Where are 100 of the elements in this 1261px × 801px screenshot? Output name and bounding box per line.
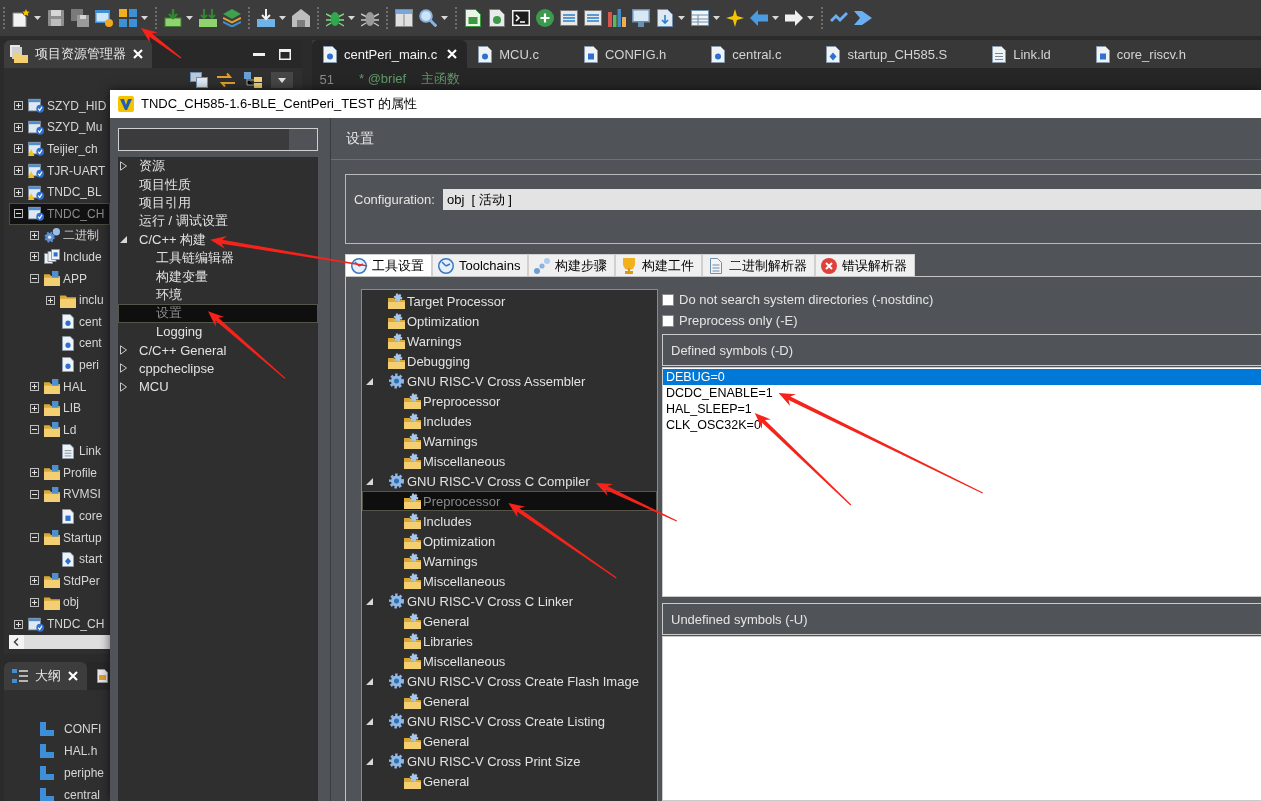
editor-tab[interactable]: MCU.c xyxy=(467,40,573,68)
tree-item[interactable]: Teijier_ch xyxy=(9,138,110,160)
configuration-dropdown[interactable]: obj [ 活动 ] xyxy=(442,189,1261,210)
list-icon[interactable] xyxy=(584,9,602,27)
tree-item[interactable]: LIB xyxy=(9,397,110,419)
tree-item[interactable]: Libraries xyxy=(362,631,657,651)
document-icon[interactable] xyxy=(488,9,506,27)
tree-item[interactable]: TNDC_BL xyxy=(9,181,110,203)
tree-item[interactable]: 项目引用 xyxy=(118,193,318,213)
tree-item[interactable]: Warnings xyxy=(362,431,657,451)
tree-item[interactable]: peri xyxy=(9,354,110,376)
tree-item[interactable]: GNU RISC-V Cross C Compiler xyxy=(362,471,657,491)
tree-item[interactable]: start xyxy=(9,548,110,571)
tree-item[interactable]: C/C++ 构建 xyxy=(118,230,318,249)
tree-item[interactable]: Miscellaneous xyxy=(362,451,657,471)
tree-item[interactable]: GNU RISC-V Cross Assembler xyxy=(362,371,657,391)
terminal-icon[interactable] xyxy=(512,9,530,27)
arrow-right-icon[interactable] xyxy=(785,9,803,27)
list-icon[interactable] xyxy=(560,9,578,27)
tree-item[interactable]: General xyxy=(362,691,657,711)
editor-tab[interactable]: Link.ld xyxy=(981,40,1085,68)
editor-tab[interactable]: central.c xyxy=(700,40,816,68)
tree-item[interactable]: HAL xyxy=(9,375,110,398)
plus-box-icon[interactable] xyxy=(13,144,23,154)
caret-icon[interactable] xyxy=(279,16,286,20)
tree-item[interactable]: TNDC_CH xyxy=(9,613,110,635)
document-icon[interactable] xyxy=(97,669,108,683)
tree-item[interactable]: Includes xyxy=(362,511,657,531)
grid-icon[interactable] xyxy=(119,9,137,27)
table-icon[interactable] xyxy=(691,9,709,27)
tree-item[interactable]: 构建变量 xyxy=(118,267,318,286)
tree-item[interactable]: cppcheclipse xyxy=(118,359,318,378)
minimize-icon[interactable] xyxy=(253,52,265,56)
triangle-icon[interactable] xyxy=(120,161,127,172)
tree-item[interactable]: 资源 xyxy=(118,157,318,176)
tree-item[interactable]: Preprocessor xyxy=(362,391,657,411)
close-icon[interactable] xyxy=(133,49,143,59)
tree-item[interactable]: Optimization xyxy=(362,311,657,331)
caret-icon[interactable] xyxy=(678,16,685,20)
tab[interactable]: 构建步骤 xyxy=(528,254,616,276)
close-icon[interactable] xyxy=(447,49,458,59)
tree-item[interactable]: Link xyxy=(9,440,110,463)
download-box-icon[interactable] xyxy=(199,9,217,27)
caret-icon[interactable] xyxy=(807,16,814,20)
tree-item[interactable]: C/C++ General xyxy=(118,340,318,360)
caret-icon[interactable] xyxy=(441,16,448,20)
window-icon[interactable] xyxy=(95,9,113,27)
plus-box-icon[interactable] xyxy=(13,619,23,629)
panel-tab[interactable]: 大纲 xyxy=(4,662,87,690)
tree-item[interactable]: Optimization xyxy=(362,531,657,551)
tree-item[interactable]: SZYD_Mu xyxy=(9,116,110,139)
editor-tab[interactable]: CONFIG.h xyxy=(572,40,701,68)
tree-item[interactable]: cent xyxy=(9,310,110,333)
windows-icon[interactable] xyxy=(190,72,208,88)
checkbox[interactable] xyxy=(662,314,674,327)
sparkle-icon[interactable] xyxy=(726,9,744,27)
caret-icon[interactable] xyxy=(34,16,41,20)
plus-box-icon[interactable] xyxy=(13,101,23,111)
tree-item[interactable]: Warnings xyxy=(362,551,657,571)
caret-icon[interactable] xyxy=(713,16,720,20)
tab[interactable]: Toolchains xyxy=(432,254,529,276)
tree-item[interactable]: Includes xyxy=(362,411,657,431)
tab[interactable]: 构建工件 xyxy=(615,254,703,276)
filter-field[interactable] xyxy=(118,128,318,151)
plus-box-icon[interactable] xyxy=(45,295,55,305)
tree-item[interactable]: Debugging xyxy=(362,351,657,371)
tree-item[interactable]: Warnings xyxy=(362,331,657,351)
tree-item[interactable]: General xyxy=(362,731,657,751)
plus-box-icon[interactable] xyxy=(29,468,39,478)
triangle-icon[interactable] xyxy=(120,345,127,356)
caret-icon[interactable] xyxy=(141,16,148,20)
caret-icon[interactable] xyxy=(772,16,779,20)
tree-item[interactable]: 工具链编辑器 xyxy=(118,248,318,268)
tree-item[interactable]: APP xyxy=(9,267,110,290)
tree-item[interactable]: obj xyxy=(9,591,110,614)
plus-box-icon[interactable] xyxy=(13,166,23,176)
plus-box-icon[interactable] xyxy=(13,187,23,197)
new-page-icon[interactable] xyxy=(12,9,30,27)
outline-item[interactable]: central xyxy=(9,784,110,801)
tree-item[interactable]: Profile xyxy=(9,462,110,484)
search-icon[interactable] xyxy=(419,9,437,27)
tree-item[interactable]: StdPer xyxy=(9,570,110,592)
tree-item[interactable]: 设置 xyxy=(118,304,318,323)
triangle-icon[interactable] xyxy=(366,757,373,765)
list-item[interactable]: HAL_SLEEP=1 xyxy=(663,401,1261,417)
tree-item[interactable]: GNU RISC-V Cross Print Size xyxy=(362,751,657,771)
editor-tab[interactable]: startup_CH585.S xyxy=(815,40,982,68)
arrow-left-icon[interactable] xyxy=(750,9,768,27)
download-box-icon[interactable] xyxy=(164,9,182,27)
triangle-icon[interactable] xyxy=(120,381,127,392)
plus-box-icon[interactable] xyxy=(29,576,39,586)
tab[interactable]: 错误解析器 xyxy=(815,254,916,276)
tree-item[interactable]: Include xyxy=(9,246,110,268)
plus-box-icon[interactable] xyxy=(29,252,39,262)
tree-item[interactable]: GNU RISC-V Cross Create Listing xyxy=(362,711,657,731)
monitor-icon[interactable] xyxy=(632,9,650,27)
editor-tab[interactable]: centPeri_main.c xyxy=(312,40,468,68)
list-item[interactable]: CLK_OSC32K=0 xyxy=(663,417,1261,433)
tree-item[interactable]: cent xyxy=(9,332,110,355)
layers-icon[interactable] xyxy=(223,9,241,27)
